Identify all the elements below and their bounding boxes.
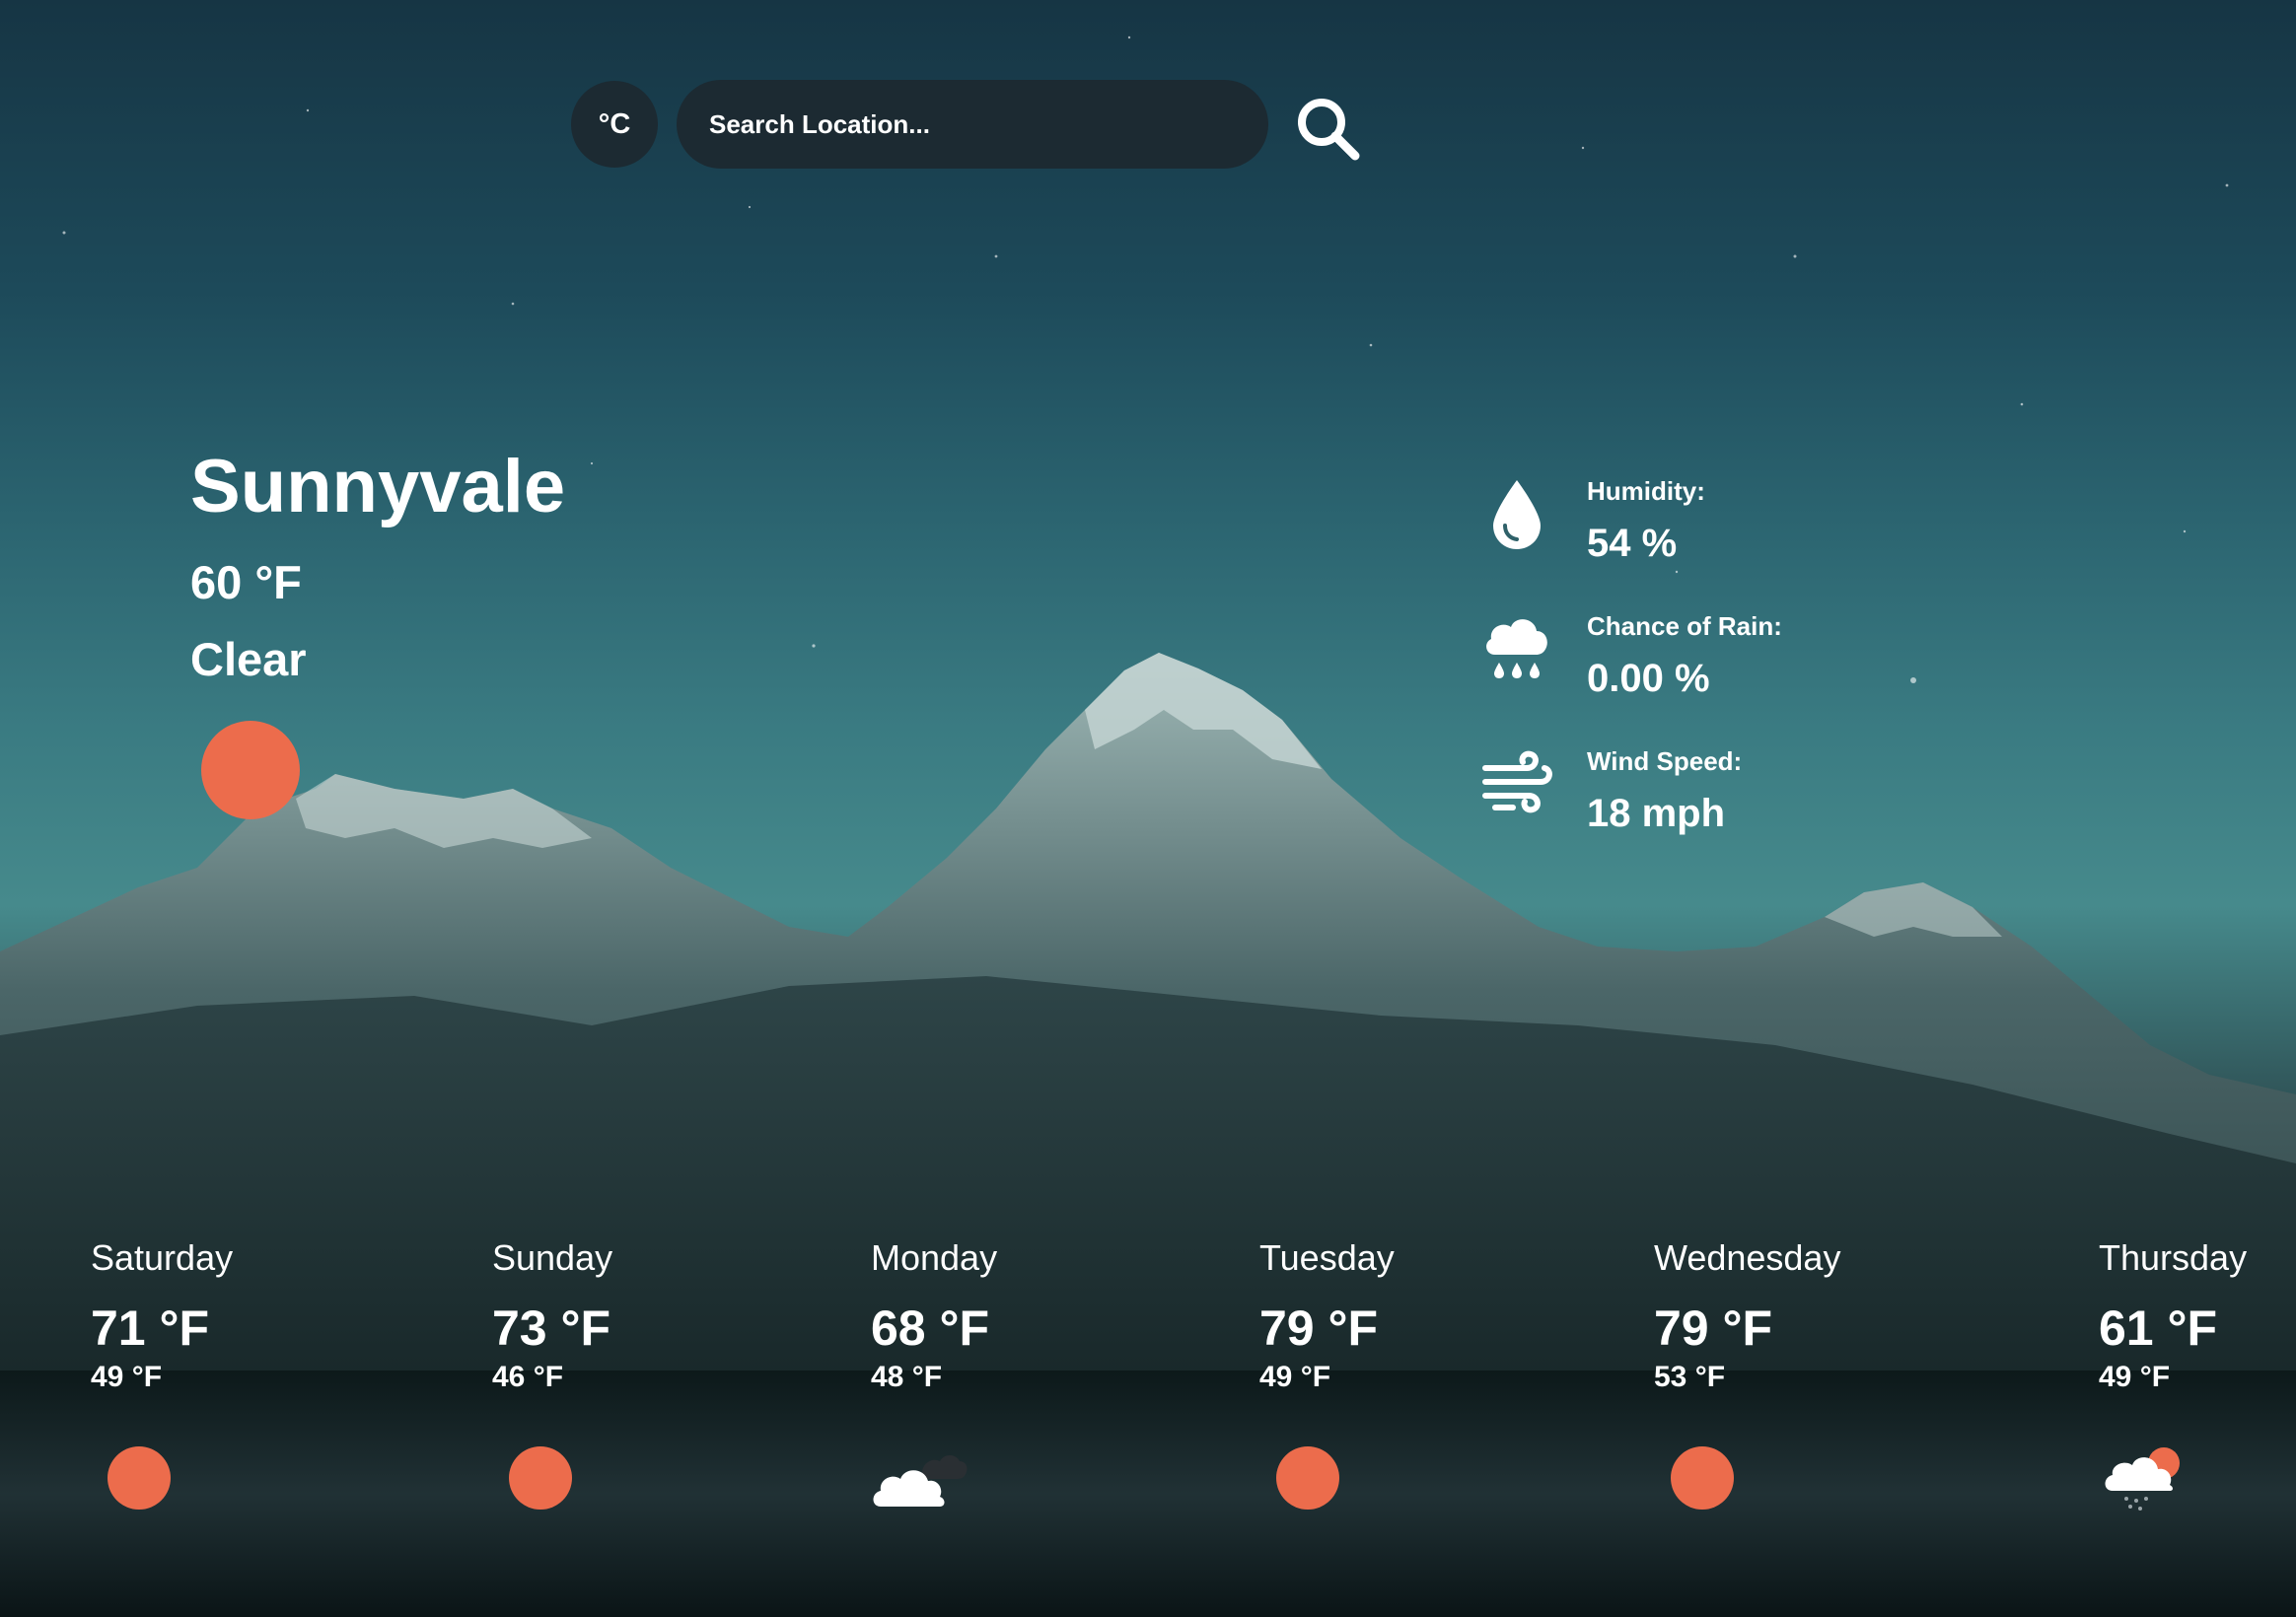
forecast-day: Sunday 73 °F 46 °F bbox=[492, 1237, 729, 1523]
sun-icon bbox=[509, 1446, 572, 1510]
cloudy-icon bbox=[873, 1455, 968, 1507]
forecast-high: 68 °F bbox=[871, 1301, 990, 1356]
forecast-low: 49 °F bbox=[91, 1361, 163, 1393]
sun-icon bbox=[1671, 1446, 1734, 1510]
forecast-day-name: Thursday bbox=[2099, 1237, 2248, 1278]
sun-icon bbox=[1276, 1446, 1339, 1510]
forecast-day-name: Sunday bbox=[492, 1237, 613, 1278]
wind-speed-label: Wind Speed: bbox=[1587, 746, 1743, 776]
forecast-day-name: Wednesday bbox=[1654, 1237, 1841, 1278]
forecast-low: 46 °F bbox=[492, 1361, 564, 1393]
sun-icon bbox=[108, 1446, 171, 1510]
forecast-day: Wednesday 79 °F 53 °F bbox=[1654, 1237, 1891, 1523]
humidity-stat: Humidity: 54 % bbox=[1479, 476, 1894, 585]
forecast-day: Tuesday 79 °F 49 °F bbox=[1259, 1237, 1496, 1523]
forecast-high: 61 °F bbox=[2099, 1301, 2218, 1356]
forecast-icon-wrap bbox=[1259, 1440, 1358, 1518]
rain-cloud-icon bbox=[1486, 619, 1547, 678]
humidity-label: Humidity: bbox=[1587, 476, 1705, 506]
rain-chance-label: Chance of Rain: bbox=[1587, 611, 1782, 641]
city-name: Sunnyvale bbox=[190, 445, 566, 528]
cloud-sun-rain-icon bbox=[2105, 1447, 2180, 1511]
rain-chance-stat: Chance of Rain: 0.00 % bbox=[1479, 611, 1894, 720]
current-condition: Clear bbox=[190, 633, 307, 685]
water-drop-icon bbox=[1493, 480, 1541, 549]
forecast-high: 73 °F bbox=[492, 1301, 611, 1356]
mountain-background bbox=[0, 35, 2296, 1617]
current-temperature: 60 °F bbox=[190, 556, 302, 608]
wind-speed-value: 18 mph bbox=[1587, 792, 1726, 835]
forecast-day-name: Monday bbox=[871, 1237, 998, 1278]
wind-icon bbox=[1482, 750, 1552, 813]
search-input[interactable] bbox=[707, 107, 1224, 141]
forecast-day: Monday 68 °F 48 °F bbox=[871, 1237, 1108, 1523]
forecast-icon-wrap bbox=[91, 1440, 189, 1518]
forecast-low: 53 °F bbox=[1654, 1361, 1726, 1393]
forecast-low: 49 °F bbox=[1259, 1361, 1331, 1393]
forecast-low: 48 °F bbox=[871, 1361, 943, 1393]
forecast-high: 71 °F bbox=[91, 1301, 210, 1356]
humidity-value: 54 % bbox=[1587, 522, 1678, 565]
weather-app: °C Sunnyvale 60 °F Clear Humidity: 54 % … bbox=[0, 0, 2296, 1617]
forecast-day: Thursday 61 °F 49 °F bbox=[2099, 1237, 2296, 1523]
forecast-high: 79 °F bbox=[1654, 1301, 1773, 1356]
wind-speed-stat: Wind Speed: 18 mph bbox=[1479, 746, 1894, 855]
forecast-low: 49 °F bbox=[2099, 1361, 2171, 1393]
forecast-high: 79 °F bbox=[1259, 1301, 1379, 1356]
sun-icon bbox=[201, 721, 300, 819]
forecast-day-name: Saturday bbox=[91, 1237, 234, 1278]
rain-chance-value: 0.00 % bbox=[1587, 657, 1710, 700]
forecast-day: Saturday 71 °F 49 °F bbox=[91, 1237, 327, 1523]
search-box bbox=[677, 80, 1268, 169]
forecast-icon-wrap bbox=[1654, 1440, 1753, 1518]
forecast-icon-wrap bbox=[492, 1440, 591, 1518]
forecast-day-name: Tuesday bbox=[1259, 1237, 1395, 1278]
unit-toggle-button[interactable]: °C bbox=[571, 81, 658, 168]
search-icon[interactable] bbox=[1292, 93, 1363, 164]
